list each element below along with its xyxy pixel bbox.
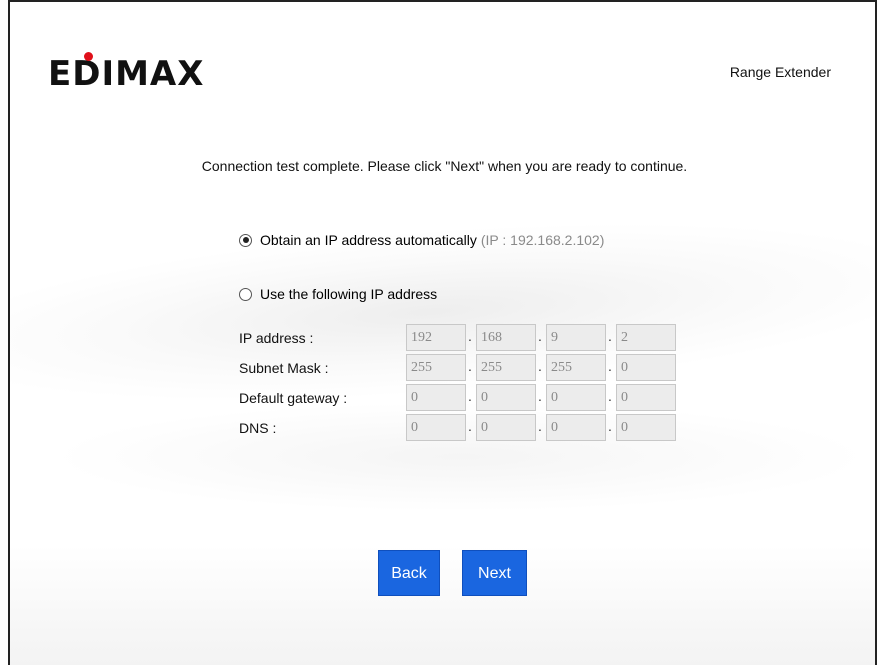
wizard-panel: EDIMAX Range Extender Connection test co… [8, 0, 877, 665]
octet-separator: . [468, 358, 472, 374]
subnet-mask-octet-2[interactable]: 255 [476, 354, 536, 381]
subnet-mask-octet-1[interactable]: 255 [406, 354, 466, 381]
radio-manual-ip[interactable] [239, 287, 252, 301]
octet-separator: . [468, 328, 472, 344]
subnet-mask-octet-4[interactable]: 0 [616, 354, 676, 381]
next-button[interactable]: Next [462, 550, 527, 596]
ip-address-octet-4[interactable]: 2 [616, 324, 676, 351]
edimax-logo: EDIMAX [48, 54, 205, 94]
ip-address-octet-3[interactable]: 9 [546, 324, 606, 351]
octet-separator: . [468, 388, 472, 404]
octet-separator: . [538, 358, 542, 374]
logo-dot [84, 52, 93, 61]
status-message: Connection test complete. Please click "… [201, 158, 688, 174]
dns-octet-2[interactable]: 0 [476, 414, 536, 441]
subnet-mask-octet-3[interactable]: 255 [546, 354, 606, 381]
octet-separator: . [608, 418, 612, 434]
option-manual-ip-label: Use the following IP address [260, 286, 438, 302]
octet-separator: . [538, 328, 542, 344]
subnet-mask-label: Subnet Mask : [239, 360, 329, 376]
octet-separator: . [608, 358, 612, 374]
default-gateway-octet-2[interactable]: 0 [476, 384, 536, 411]
octet-separator: . [538, 388, 542, 404]
auto-ip-hint: (IP : 192.168.2.102) [480, 232, 605, 248]
ip-address-octet-2[interactable]: 168 [476, 324, 536, 351]
dns-octet-1[interactable]: 0 [406, 414, 466, 441]
default-gateway-octet-4[interactable]: 0 [616, 384, 676, 411]
back-button[interactable]: Back [378, 550, 440, 596]
octet-separator: . [538, 418, 542, 434]
default-gateway-octet-1[interactable]: 0 [406, 384, 466, 411]
option-auto-ip-label: Obtain an IP address automatically [260, 232, 477, 248]
option-auto-ip[interactable]: Obtain an IP address automatically (IP :… [239, 232, 604, 248]
default-gateway-octet-3[interactable]: 0 [546, 384, 606, 411]
option-manual-ip[interactable]: Use the following IP address [239, 286, 437, 302]
octet-separator: . [468, 418, 472, 434]
background-fade [10, 545, 875, 665]
octet-separator: . [608, 328, 612, 344]
ip-address-octet-1[interactable]: 192 [406, 324, 466, 351]
radio-auto-ip[interactable] [239, 233, 252, 247]
octet-separator: . [608, 388, 612, 404]
default-gateway-label: Default gateway : [239, 390, 348, 406]
product-name: Range Extender [729, 64, 831, 80]
dns-label: DNS : [239, 420, 277, 436]
dns-octet-3[interactable]: 0 [546, 414, 606, 441]
ip-address-label: IP address : [239, 330, 314, 346]
dns-octet-4[interactable]: 0 [616, 414, 676, 441]
